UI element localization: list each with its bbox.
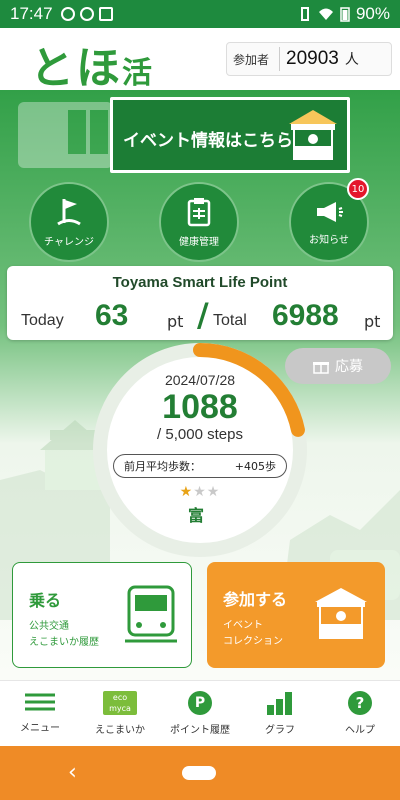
notification-icons bbox=[60, 7, 113, 21]
notification-icon bbox=[79, 7, 94, 21]
step-count: 1088 bbox=[162, 388, 238, 426]
clipboard-icon bbox=[187, 197, 211, 226]
challenge-label: チャレンジ bbox=[44, 236, 94, 248]
vibrate-icon bbox=[300, 7, 309, 21]
bar-chart-icon bbox=[267, 692, 292, 715]
monthly-average-label: 前月平均歩数： bbox=[124, 460, 201, 473]
notification-icon bbox=[60, 7, 75, 21]
event-tent-icon bbox=[289, 110, 337, 160]
nav-menu[interactable]: メニュー bbox=[0, 681, 80, 746]
step-date: 2024/07/28 bbox=[164, 372, 236, 388]
logo-small: 活 bbox=[122, 56, 154, 91]
monthly-average-box: 前月平均歩数： +405歩 bbox=[113, 454, 287, 478]
divider bbox=[279, 47, 281, 71]
ecomyca-icon-text: myca bbox=[109, 704, 131, 713]
megaphone-icon bbox=[317, 201, 343, 222]
notifications-button[interactable]: お知らせ 10 bbox=[289, 178, 369, 262]
app-header: とほ活 参加者 20903 人 bbox=[0, 28, 400, 94]
nav-ecomyca[interactable]: eco myca えこまいか bbox=[80, 681, 160, 746]
logo-main: とほ bbox=[30, 43, 122, 94]
join-line1: イベント bbox=[223, 620, 263, 631]
ecomyca-icon-text: eco bbox=[112, 693, 128, 702]
menu-icon bbox=[25, 693, 55, 711]
participants-count: 20903 bbox=[286, 48, 339, 69]
ride-line1: 公共交通 bbox=[29, 621, 69, 632]
app-logo: とほ活 bbox=[30, 32, 154, 96]
main-content[interactable]: イベント情報はこちら チャレンジ 健康管理 お知らせ 10 Toyama Sma… bbox=[0, 90, 400, 680]
nav-graph-label: グラフ bbox=[265, 725, 295, 736]
tram-illustration bbox=[18, 102, 113, 168]
flag-icon bbox=[57, 198, 81, 225]
join-line2: コレクション bbox=[223, 636, 283, 647]
help-icon: ? bbox=[348, 691, 372, 715]
status-bar: 17:47 90% bbox=[0, 0, 400, 28]
today-label: Today bbox=[21, 312, 64, 329]
points-card: Toyama Smart Life Point Today 63 pt / To… bbox=[7, 266, 393, 340]
points-title: Toyama Smart Life Point bbox=[112, 274, 288, 291]
today-points: 63 bbox=[95, 299, 129, 332]
apply-label: 応募 bbox=[335, 359, 363, 375]
home-pill[interactable] bbox=[182, 766, 216, 780]
tram-icon bbox=[125, 585, 177, 643]
bottom-navigation: メニュー eco myca えこまいか P ポイント履歴 グラフ ? ヘルプ bbox=[0, 680, 400, 746]
health-management-button[interactable]: 健康管理 bbox=[159, 182, 239, 262]
nav-point-history-label: ポイント履歴 bbox=[170, 725, 230, 736]
today-unit: pt bbox=[167, 312, 184, 331]
participants-counter: 参加者 20903 人 bbox=[226, 42, 392, 76]
event-info-banner[interactable]: イベント情報はこちら bbox=[110, 97, 350, 173]
rank-emblem: 富 bbox=[188, 506, 205, 525]
total-label: Total bbox=[213, 312, 247, 329]
nav-help-label: ヘルプ bbox=[345, 725, 375, 736]
step-goal: / 5,000 steps bbox=[157, 426, 243, 443]
total-unit: pt bbox=[364, 312, 381, 331]
battery-level: 90% bbox=[355, 4, 390, 23]
ride-title: 乗る bbox=[29, 591, 62, 610]
star-icon: ★ bbox=[193, 484, 207, 500]
participants-label: 参加者 bbox=[233, 52, 270, 67]
notifications-label: お知らせ bbox=[309, 234, 349, 246]
notifications-badge: 10 bbox=[347, 178, 369, 200]
ecomyca-card-icon: eco myca bbox=[103, 691, 137, 715]
battery-icon bbox=[340, 7, 350, 22]
step-info: 2024/07/28 1088 / 5,000 steps bbox=[100, 372, 300, 443]
star-icon: ★ bbox=[206, 484, 221, 500]
join-card[interactable]: 参加する イベント コレクション bbox=[207, 562, 385, 668]
ride-card[interactable]: 乗る 公共交通 えこまいか履歴 bbox=[12, 562, 192, 668]
event-tent-icon bbox=[315, 588, 367, 639]
point-icon: P bbox=[188, 691, 212, 715]
star-rating: ★★★ bbox=[0, 484, 400, 500]
participants-unit: 人 bbox=[344, 52, 359, 68]
app-notification-icon bbox=[98, 7, 113, 21]
banner-text: イベント情報はこちら bbox=[123, 131, 293, 151]
nav-point-history[interactable]: P ポイント履歴 bbox=[160, 681, 240, 746]
nav-help[interactable]: ? ヘルプ bbox=[320, 681, 400, 746]
nav-graph[interactable]: グラフ bbox=[240, 681, 320, 746]
status-time: 17:47 bbox=[10, 4, 53, 23]
back-icon[interactable]: ‹ bbox=[68, 760, 77, 785]
ride-line2: えこまいか履歴 bbox=[29, 637, 99, 648]
wifi-icon bbox=[318, 8, 333, 20]
nav-menu-label: メニュー bbox=[20, 723, 60, 734]
points-separator: / bbox=[197, 296, 209, 334]
star-icon: ★ bbox=[179, 484, 194, 500]
gift-icon bbox=[313, 362, 329, 374]
system-navigation-bar: ‹ bbox=[0, 746, 400, 800]
challenge-button[interactable]: チャレンジ bbox=[29, 182, 109, 262]
join-title: 参加する bbox=[223, 590, 288, 609]
monthly-average-value: +405歩 bbox=[234, 460, 276, 473]
health-management-label: 健康管理 bbox=[179, 236, 219, 248]
nav-ecomyca-label: えこまいか bbox=[95, 725, 145, 736]
total-points: 6988 bbox=[272, 299, 339, 332]
